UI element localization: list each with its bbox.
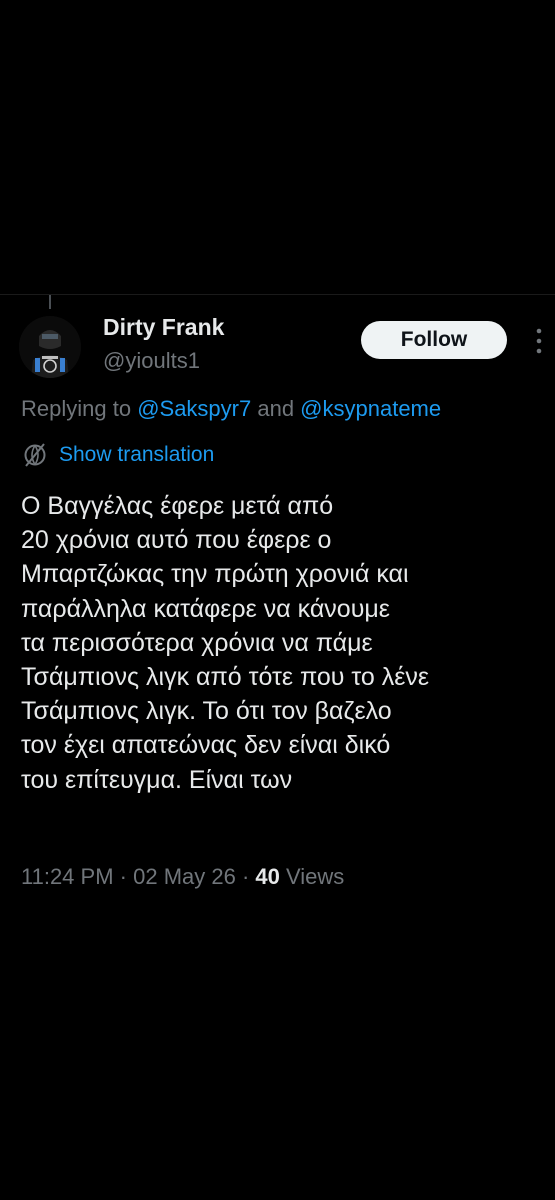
tweet-text-line: του επίτευγμα. Είναι των xyxy=(21,765,293,794)
reply-context-joiner: and xyxy=(251,396,301,421)
tweet-text-line: 20 χρόνια αυτό που έφερε ο xyxy=(21,526,332,555)
author-display-name[interactable]: Dirty Frank xyxy=(103,314,224,341)
tweet-text-line: τα περισσότερα χρόνια να πάμε xyxy=(21,628,373,657)
views-label: Views xyxy=(279,864,345,889)
mention-link-sakspyr7[interactable]: @Sakspyr7 xyxy=(137,396,251,421)
reply-context: Replying to @Sakspyr7 and @ksypnateme xyxy=(21,396,441,422)
tweet-text-line: Τσάμπιονς λιγκ από τότε που το λένε xyxy=(21,663,430,692)
follow-button[interactable]: Follow xyxy=(361,321,507,359)
reply-context-prefix: Replying to xyxy=(21,396,138,421)
tweet-text-line: τον έχει απατεώνας δεν είναι δικό xyxy=(21,731,391,760)
tweet-time[interactable]: 11:24 PM xyxy=(21,864,114,889)
tweet-text-line: Τσάμπιονς λιγκ. Το ότι τον βαζελο xyxy=(21,697,392,726)
meta-separator: · xyxy=(113,864,134,889)
mention-link-ksypnateme[interactable]: @ksypnateme xyxy=(300,396,441,421)
show-translation-link[interactable]: Show translation xyxy=(21,440,214,470)
tweet-screen: Dirty Frank @yioults1 Follow Replying to… xyxy=(0,0,555,1200)
avatar-image xyxy=(19,316,81,378)
tweet-text-line: Μπαρτζώκας την πρώτη χρονιά και xyxy=(21,560,409,589)
translate-globe-icon xyxy=(24,443,46,467)
show-translation-label: Show translation xyxy=(59,443,215,466)
author-handle[interactable]: @yioults1 xyxy=(103,348,200,374)
divider xyxy=(0,294,555,295)
tweet-text-line: παράλληλα κατάφερε να κάνουμε xyxy=(21,594,390,623)
tweet-body: Ο Βαγγέλας έφερε μετά από 20 χρόνια αυτό… xyxy=(21,489,551,797)
tweet-text-line: Ο Βαγγέλας έφερε μετά από xyxy=(21,492,334,520)
tweet-date[interactable]: 02 May 26 xyxy=(133,864,236,889)
more-vertical-icon[interactable] xyxy=(533,326,545,356)
tweet-meta: 11:24 PM · 02 May 26 · 40 Views xyxy=(21,864,344,890)
thread-connector-line xyxy=(49,295,51,309)
meta-separator: · xyxy=(235,864,256,889)
views-count: 40 xyxy=(255,864,280,889)
avatar[interactable] xyxy=(19,316,81,378)
